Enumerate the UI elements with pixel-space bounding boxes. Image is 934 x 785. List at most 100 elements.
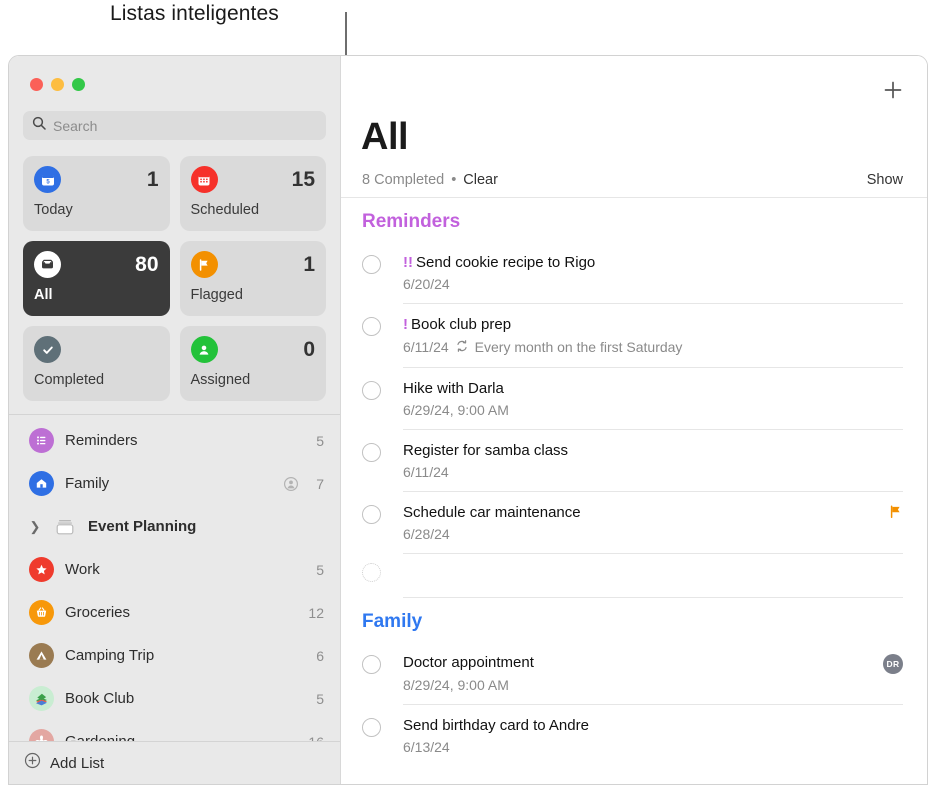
smart-list-count: 15 [292, 169, 315, 190]
zoom-button[interactable] [72, 78, 85, 91]
sidebar-item-label: Camping Trip [65, 647, 305, 664]
reminder-flag-wrap [888, 503, 903, 542]
new-reminder-row[interactable] [341, 554, 927, 598]
user-lists: Reminders 5 Family [9, 414, 340, 741]
reminder-date: 6/11/24 [403, 464, 449, 480]
reminder-subtitle: 6/11/24 Every month on the first Saturda… [403, 339, 903, 356]
reminder-date: 6/29/24, 9:00 AM [403, 402, 509, 418]
sidebar-item-book-club[interactable]: Book Club 5 [9, 677, 340, 720]
sidebar-item-label: Event Planning [88, 518, 313, 535]
smart-list-label: Scheduled [191, 202, 316, 218]
smart-list-count: 1 [147, 169, 159, 190]
sidebar-item-reminders[interactable]: Reminders 5 [9, 419, 340, 462]
reminder-row[interactable]: Schedule car maintenance 6/28/24 [341, 492, 927, 554]
reminder-date: 6/13/24 [403, 739, 450, 755]
sidebar-item-count: 16 [308, 734, 324, 742]
smart-lists-grid: 5 1 Today [9, 140, 340, 401]
sidebar-item-gardening[interactable]: Gardening 16 [9, 720, 340, 741]
reminder-subtitle: 6/28/24 [403, 526, 888, 542]
reminder-checkbox[interactable] [362, 505, 381, 524]
reminder-checkbox[interactable] [362, 655, 381, 674]
reminder-row[interactable]: !!Send cookie recipe to Rigo 6/20/24 [341, 242, 927, 304]
sidebar-item-count: 6 [316, 648, 324, 664]
add-reminder-button[interactable] [881, 78, 905, 102]
bullet-list-icon [29, 428, 54, 453]
close-button[interactable] [30, 78, 43, 91]
reminder-checkbox[interactable] [362, 317, 381, 336]
smart-list-label: Today [34, 202, 159, 218]
sidebar-item-event-planning[interactable]: ❯ Event Planning [9, 505, 340, 548]
reminder-checkbox[interactable] [362, 443, 381, 462]
search-input[interactable] [53, 118, 317, 134]
sidebar-item-count: 5 [316, 562, 324, 578]
reminder-subtitle: 6/11/24 [403, 464, 903, 480]
reminder-checkbox[interactable] [362, 381, 381, 400]
smart-list-label: Assigned [191, 372, 316, 388]
smart-list-assigned[interactable]: 0 Assigned [180, 326, 327, 401]
search-box[interactable] [23, 111, 326, 140]
reminder-row[interactable]: Doctor appointment 8/29/24, 9:00 AM DR [341, 642, 927, 704]
sidebar-item-groceries[interactable]: Groceries 12 [9, 591, 340, 634]
meta-separator: • [451, 172, 456, 188]
books-icon [29, 686, 54, 711]
smart-list-count: 1 [303, 254, 315, 275]
smart-list-flagged[interactable]: 1 Flagged [180, 241, 327, 316]
main-content: All 8 Completed • Clear Show Reminders !… [341, 56, 927, 784]
chevron-right-icon[interactable]: ❯ [29, 519, 41, 535]
smart-list-today[interactable]: 5 1 Today [23, 156, 170, 231]
smart-list-all[interactable]: 80 All [23, 241, 170, 316]
smart-list-completed[interactable]: Completed [23, 326, 170, 401]
reminder-date: 8/29/24, 9:00 AM [403, 677, 509, 693]
star-icon [29, 557, 54, 582]
sidebar-item-count: 5 [316, 433, 324, 449]
reminder-row[interactable]: Send birthday card to Andre 6/13/24 [341, 705, 927, 766]
completed-count-label: 8 Completed [362, 172, 444, 188]
reminder-row[interactable]: Register for samba class 6/11/24 [341, 430, 927, 492]
reminder-checkbox-placeholder[interactable] [362, 563, 381, 582]
minimize-button[interactable] [51, 78, 64, 91]
sidebar-item-count: 7 [316, 476, 324, 492]
page-title: All [341, 56, 927, 159]
reminder-title: Hike with Darla [403, 379, 903, 399]
sidebar-item-label: Gardening [65, 733, 297, 741]
avatar[interactable]: DR [883, 654, 903, 674]
reminder-checkbox[interactable] [362, 718, 381, 737]
smart-list-scheduled[interactable]: 15 Scheduled [180, 156, 327, 231]
reminder-assignee-wrap: DR [883, 653, 903, 692]
reminder-title: Send cookie recipe to Rigo [416, 254, 595, 271]
flag-icon[interactable] [888, 504, 903, 524]
reminder-date: 6/28/24 [403, 526, 450, 542]
clear-button[interactable]: Clear [463, 172, 498, 188]
reminder-row[interactable]: Hike with Darla 6/29/24, 9:00 AM [341, 368, 927, 430]
show-button[interactable]: Show [867, 172, 903, 188]
sidebar-item-work[interactable]: Work 5 [9, 548, 340, 591]
sidebar-item-count: 12 [308, 605, 324, 621]
reminders-list: Reminders !!Send cookie recipe to Rigo 6… [341, 198, 927, 784]
inbox-tray-icon [34, 251, 61, 278]
sidebar-item-label: Family [65, 475, 272, 492]
sidebar-item-camping-trip[interactable]: Camping Trip 6 [9, 634, 340, 677]
smart-list-count: 0 [303, 339, 315, 360]
reminder-subtitle: 8/29/24, 9:00 AM [403, 677, 883, 693]
reminder-row[interactable]: !Book club prep 6/11/24 [341, 304, 927, 367]
repeat-icon [455, 339, 469, 356]
smart-list-label: Flagged [191, 287, 316, 303]
sidebar-item-family[interactable]: Family 7 [9, 462, 340, 505]
section-header-reminders: Reminders [341, 198, 927, 242]
search-icon [32, 116, 46, 135]
add-list-button[interactable]: Add List [9, 741, 340, 784]
reminder-title: Register for samba class [403, 441, 903, 461]
sidebar-item-label: Work [65, 561, 305, 578]
reminder-checkbox[interactable] [362, 255, 381, 274]
reminder-title: Schedule car maintenance [403, 503, 888, 523]
reminder-title: Doctor appointment [403, 653, 883, 673]
section-header-family: Family [341, 598, 927, 642]
folder-icon [52, 514, 77, 539]
add-list-label: Add List [50, 755, 104, 772]
reminder-title-wrap: !Book club prep [403, 315, 903, 335]
reminders-app-window: 5 1 Today [8, 55, 928, 785]
reminder-subtitle: 6/29/24, 9:00 AM [403, 402, 903, 418]
basket-icon [29, 600, 54, 625]
callout-label: Listas inteligentes [110, 2, 279, 26]
plus-circle-icon [24, 752, 41, 774]
